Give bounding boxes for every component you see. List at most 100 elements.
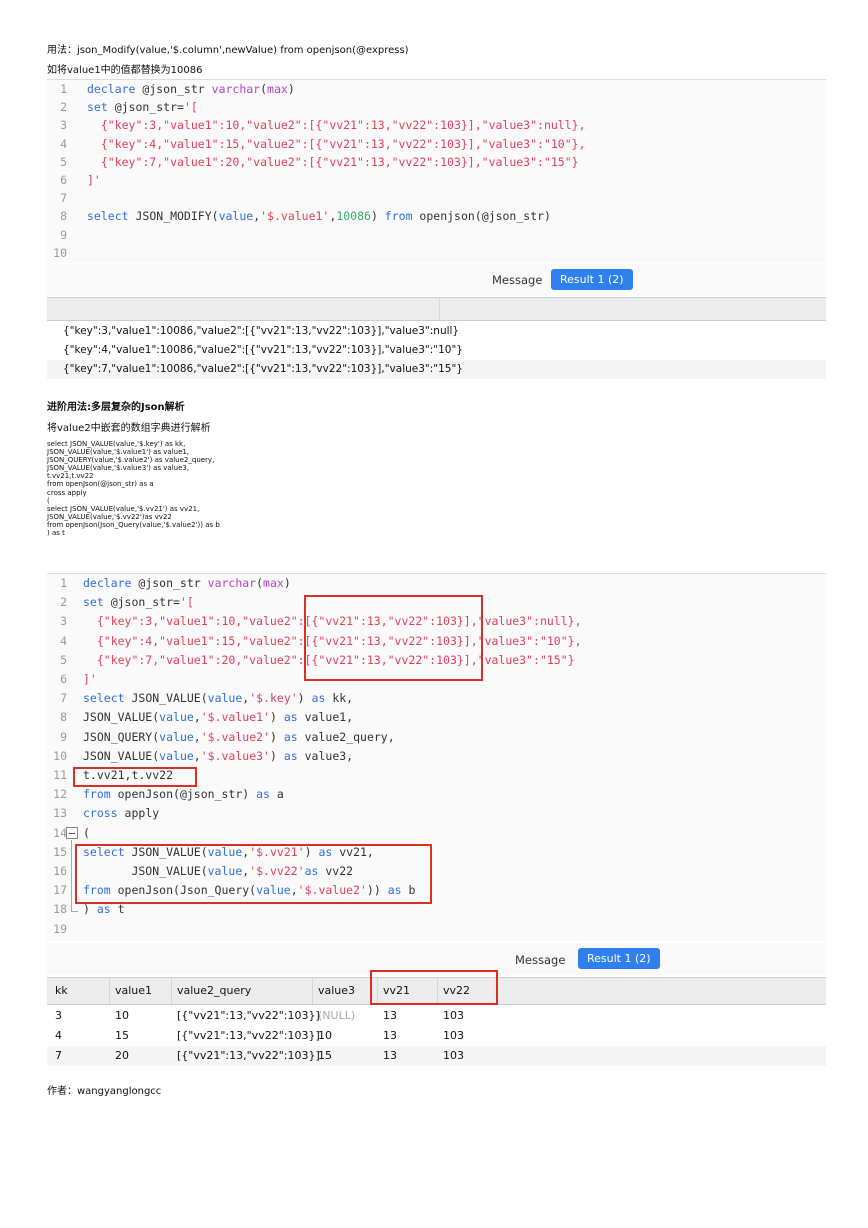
code-text: set @json_str='[ [83,595,194,609]
line-number: 7 [60,191,67,206]
code-token: value [218,209,254,224]
table-row[interactable]: 4 15 [{"vv21":13,"vv22":103}] 10 13 103 [47,1026,826,1046]
code-token: ) [283,576,291,590]
code-line: 5 {"key":7,"value1":20,"value2":[{"vv21"… [47,155,826,174]
table-cell: 13 [383,1029,397,1042]
code-token: '$.value3' [200,748,270,763]
code-token: JSON_QUERY( [83,729,160,744]
line-number: 14 [53,825,67,840]
table-cell: 103 [443,1049,464,1062]
tab-message[interactable]: Message [492,273,542,287]
code-text: JSON_QUERY(value,'$.value2') as value2_q… [83,730,395,744]
code-line: 2 set @json_str='[ [47,100,826,119]
table-cell: 15 [115,1029,129,1042]
code-token: '$.value1' [200,710,270,725]
column-header-value1[interactable]: value1 [115,984,152,997]
line-number: 13 [53,806,67,821]
line-number: 6 [60,173,67,187]
code-token: , [193,748,201,763]
code-text: JSON_VALUE(value,'$.value1') as value1, [83,710,353,724]
column-header-value2_query[interactable]: value2_query [177,984,251,997]
code-token: '$.value2' [200,729,270,744]
code-token: '$.value1' [260,209,330,224]
result-header-1 [47,297,826,321]
line-number: 8 [60,710,67,725]
result-row[interactable]: {"key":7,"value1":10086,"value2":[{"vv21… [47,360,826,379]
code-token: as [311,691,326,706]
column-divider [171,978,172,1004]
author-credit: 作者：wangyanglongcc [47,1086,162,1097]
table-cell: [{"vv21":13,"vv22":103}] [177,1029,320,1042]
code-token: openJson(@json_str) [110,787,257,802]
code-token: 10086 [336,209,371,224]
code-token: from [384,209,413,224]
code-token: value3, [297,748,354,763]
line-number: 9 [60,227,67,242]
code-text: ]' [87,173,101,187]
result-tabbar-1: Message Result 1 (2) [47,264,826,296]
tab-message-2[interactable]: Message [515,953,565,967]
line-number: 1 [60,576,67,590]
code-token: ) [269,710,284,725]
code-line: 1 declare @json_str varchar(max) [47,576,826,595]
code-token: declare [87,82,136,96]
advanced-title: 进阶用法:多层复杂的Json解析 [47,402,185,413]
code-token: max [267,82,288,96]
column-header-kk[interactable]: kk [55,984,68,997]
code-token: as [96,902,111,917]
code-token: JSON_VALUE( [83,748,160,763]
tab-result[interactable]: Result 1 (2) [551,269,633,290]
table-cell: 4 [55,1029,62,1042]
line-number: 9 [60,729,67,744]
code-token: @json_str= [103,595,180,610]
table-row[interactable]: 7 20 [{"vv21":13,"vv22":103}] 15 13 103 [47,1046,826,1066]
code-token: @json_str [131,576,208,590]
code-token: JSON_VALUE( [124,691,208,706]
code-token: '[ [179,595,194,610]
result-row[interactable]: {"key":4,"value1":10086,"value2":[{"vv21… [47,341,826,360]
table-cell: 13 [383,1049,397,1062]
result-cell: {"key":3,"value1":10086,"value2":[{"vv21… [63,325,460,337]
fold-toggle-icon[interactable] [66,827,78,839]
code-text: ]' [83,672,97,686]
line-number: 16 [53,864,67,878]
code-token: as [283,710,298,725]
table-cell: 13 [383,1009,397,1022]
code-token: varchar [211,82,261,96]
result-row[interactable]: {"key":3,"value1":10086,"value2":[{"vv21… [47,322,826,341]
code-line: 10 JSON_VALUE(value,'$.value3') as value3… [47,749,826,768]
line-number: 19 [53,921,67,936]
code-line: 10 [47,246,826,265]
highlight-t-columns [73,767,197,787]
code-editor-1[interactable]: 1 declare @json_str varchar(max) 2 set @jso… [47,79,826,263]
code-line: 1 declare @json_str varchar(max) [47,82,826,101]
code-token: openjson(@json_str) [412,209,551,224]
line-number: 3 [60,118,67,133]
code-token: ) [370,209,385,224]
table-cell: 3 [55,1009,62,1022]
code-line: 3 {"key":3,"value1":10,"value2":[{"vv21"… [47,118,826,137]
table-row[interactable]: 3 10 [{"vv21":13,"vv22":103}] (NULL) 13 103 [47,1006,826,1026]
column-header-value3[interactable]: value3 [318,984,355,997]
code-token: as [256,787,270,802]
code-token: {"key":7,"value1":20,"value2":[{"vv21":1… [87,154,579,169]
code-line: 6 ]' [47,173,826,192]
code-token: cross [83,806,118,821]
line-number: 10 [53,245,67,260]
code-token: set [87,100,108,115]
code-token: '$.key' [249,691,298,706]
code-token: ( [256,576,264,590]
column-divider [109,978,110,1004]
code-token: value [159,710,194,725]
code-token: ( [260,82,268,96]
code-token: set [83,595,104,610]
line-number: 6 [60,672,67,686]
line-number: 4 [60,633,67,648]
code-text: cross apply [83,806,159,820]
code-token: declare [83,576,132,590]
line-number: 12 [53,787,67,802]
tab-result-2[interactable]: Result 1 (2) [578,948,660,969]
code-token: ]' [83,672,97,686]
code-token: @json_str [135,82,212,96]
code-token: , [193,710,201,725]
